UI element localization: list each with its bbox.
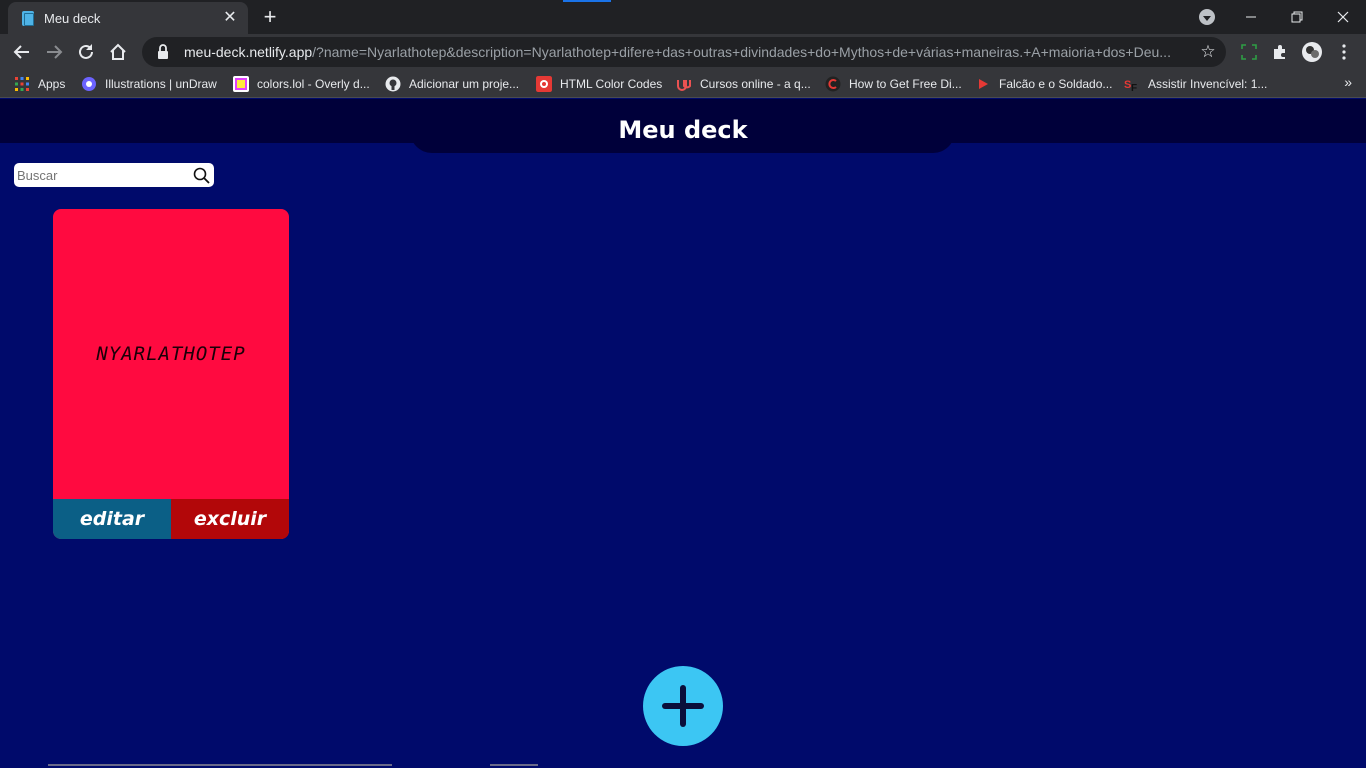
html-color-codes-icon: [536, 76, 552, 92]
bookmark-label: Falcão e o Soldado...: [999, 77, 1113, 91]
scroll-indicator: [490, 764, 538, 766]
profile-button[interactable]: [1297, 37, 1327, 67]
bookmark-label: Cursos online - a q...: [700, 77, 811, 91]
bookmark-html-color-codes[interactable]: HTML Color Codes: [536, 74, 662, 94]
arrow-left-icon: [13, 45, 29, 59]
bookmark-star-icon[interactable]: ☆: [1198, 42, 1218, 62]
bookmark-udemy[interactable]: Cursos online - a q...: [676, 74, 811, 94]
screenshot-icon: [1241, 44, 1257, 60]
plus-icon: [662, 685, 704, 727]
udemy-icon: [677, 80, 691, 91]
bookmark-apps[interactable]: Apps: [14, 74, 65, 94]
search-icon: [193, 167, 210, 184]
back-button[interactable]: [7, 37, 37, 67]
bookmark-label: Adicionar um proje...: [409, 77, 520, 91]
search-box: [14, 163, 214, 187]
minimize-button[interactable]: [1228, 0, 1274, 34]
scroll-indicator: [48, 764, 392, 766]
new-tab-button[interactable]: +: [258, 6, 282, 28]
bookmark-label: Assistir Invencível: 1...: [1148, 77, 1268, 91]
bookmark-label: Apps: [38, 77, 66, 91]
reload-button[interactable]: [71, 37, 101, 67]
undraw-icon: [82, 77, 96, 91]
tab-favicon-icon: [22, 10, 34, 26]
minimize-icon: [1246, 16, 1256, 18]
restore-icon: [1291, 11, 1303, 23]
play-icon: [979, 79, 988, 89]
more-vertical-icon: [1342, 44, 1346, 60]
colors-lol-icon: [233, 76, 249, 92]
avatar: [1302, 42, 1322, 62]
browser-menu-button[interactable]: [1329, 37, 1359, 67]
bookmark-falcao[interactable]: Falcão e o Soldado...: [975, 74, 1112, 94]
page-title: Meu deck: [618, 116, 748, 144]
bookmarks-bar: Apps Illustrations | unDraw colors.lol -…: [0, 70, 1366, 98]
card-name: NYARLATHOTEP: [96, 343, 246, 365]
extensions-button[interactable]: [1265, 37, 1295, 67]
add-card-button[interactable]: [643, 666, 723, 746]
bookmark-colors-lol[interactable]: colors.lol - Overly d...: [233, 74, 370, 94]
arrow-right-icon: [47, 45, 63, 59]
bookmark-label: How to Get Free Di...: [849, 77, 962, 91]
restore-button[interactable]: [1274, 0, 1320, 34]
bookmark-label: HTML Color Codes: [560, 77, 663, 91]
tab-title: Meu deck: [44, 10, 101, 26]
browser-tabstrip: Meu deck ✕ +: [0, 0, 1366, 34]
svg-text:F: F: [1131, 83, 1137, 92]
bookmark-how-to-get[interactable]: How to Get Free Di...: [825, 74, 962, 94]
puzzle-icon: [1274, 45, 1285, 59]
bookmark-label: Illustrations | unDraw: [105, 77, 217, 91]
lock-icon: [158, 44, 168, 59]
edit-button[interactable]: editar: [53, 499, 171, 539]
apps-grid-icon: [15, 77, 29, 91]
url-text: meu-deck.netlify.app/?name=Nyarlathotep&…: [184, 44, 1226, 60]
url-path: /?name=Nyarlathotep&description=Nyarlath…: [312, 44, 1171, 60]
search-input[interactable]: [14, 164, 184, 186]
sf-logo-icon: S F: [1124, 79, 1137, 92]
tab-search-icon[interactable]: [1199, 9, 1215, 25]
tab-close-icon[interactable]: ✕: [222, 10, 238, 26]
bookmark-github[interactable]: Adicionar um proje...: [385, 74, 519, 94]
bookmark-invencivel[interactable]: S F Assistir Invencível: 1...: [1124, 74, 1267, 94]
reload-icon: [79, 44, 93, 59]
deck-card[interactable]: NYARLATHOTEP editar excluir: [53, 209, 289, 539]
bookmark-label: colors.lol - Overly d...: [257, 77, 370, 91]
bookmarks-overflow-button[interactable]: »: [1344, 74, 1352, 90]
close-window-button[interactable]: [1320, 0, 1366, 34]
home-button[interactable]: [103, 37, 133, 67]
home-icon: [110, 43, 126, 60]
screen-capture-extension[interactable]: [1234, 37, 1264, 67]
browser-tab[interactable]: Meu deck ✕: [8, 2, 248, 34]
address-bar[interactable]: meu-deck.netlify.app/?name=Nyarlathotep&…: [142, 37, 1226, 67]
bookmark-undraw[interactable]: Illustrations | unDraw: [81, 74, 217, 94]
browser-toolbar: meu-deck.netlify.app/?name=Nyarlathotep&…: [0, 34, 1366, 70]
tab-accent-line: [563, 0, 611, 2]
page-content: Meu deck NYARLATHOTEP editar excluir: [0, 99, 1366, 768]
delete-button[interactable]: excluir: [171, 499, 289, 539]
card-actions: editar excluir: [53, 499, 289, 539]
forward-button[interactable]: [39, 37, 69, 67]
search-button[interactable]: [191, 165, 211, 185]
close-icon: [1337, 11, 1349, 23]
github-icon: [385, 76, 401, 92]
c-logo-icon: [825, 76, 841, 92]
url-host: meu-deck.netlify.app: [184, 44, 313, 60]
